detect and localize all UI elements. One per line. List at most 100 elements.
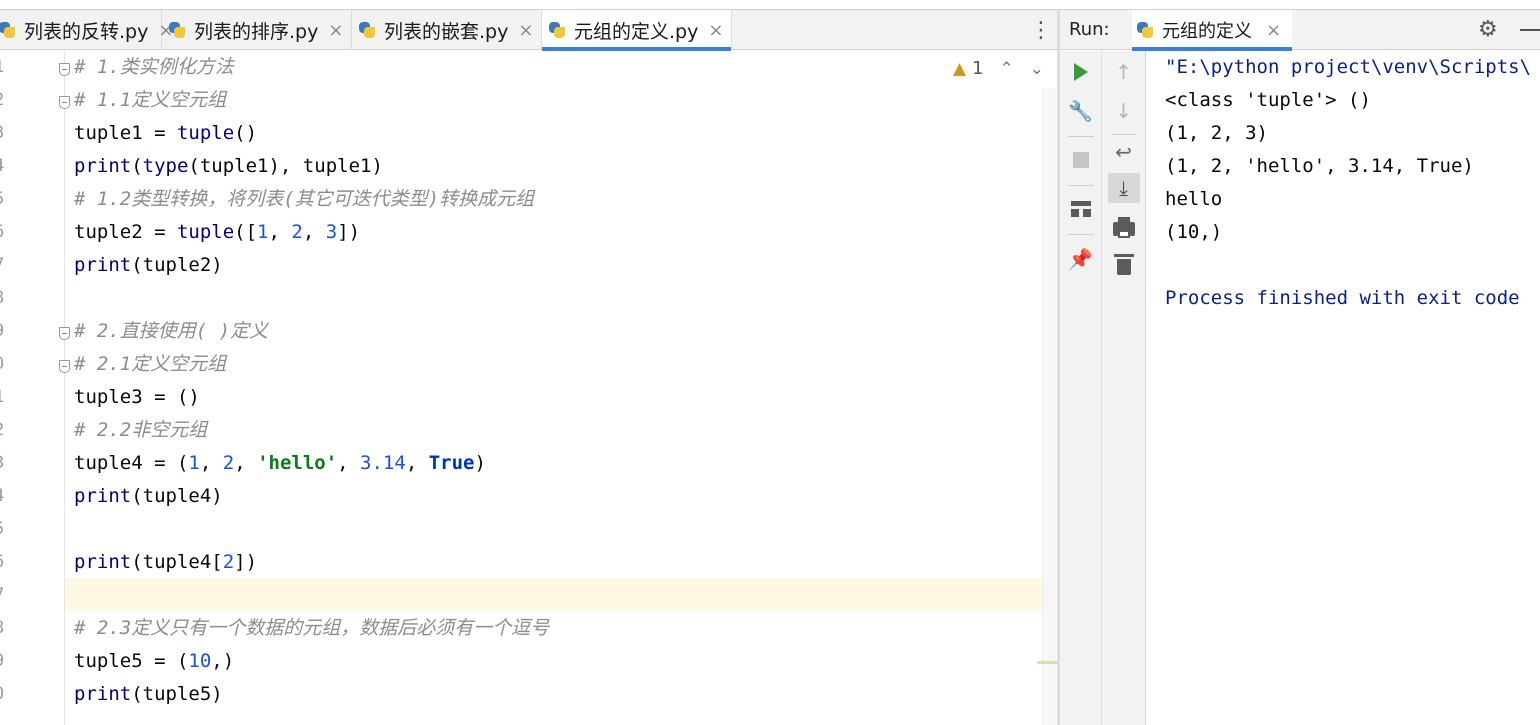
close-icon[interactable]: × — [518, 20, 533, 41]
code-line[interactable]: print(type(tuple1), tuple1) — [74, 150, 383, 183]
run-label: Run: — [1069, 19, 1110, 40]
line-number: 1 — [0, 57, 14, 77]
line-number: 8 — [0, 288, 14, 308]
code-line[interactable]: # 2.3定义只有一个数据的元组，数据后必须有一个逗号 — [74, 612, 549, 645]
code-line[interactable]: tuple4 = (1, 2, 'hello', 3.14, True) — [74, 447, 486, 480]
code-token: print — [74, 683, 132, 705]
code-token: 2 — [222, 551, 235, 573]
code-line[interactable]: # 2.1定义空元组 — [74, 348, 226, 381]
console-line: Process finished with exit code — [1165, 287, 1520, 309]
code-token: , — [302, 221, 326, 243]
line-number: 5 — [0, 519, 14, 539]
code-line[interactable]: # 1.类实例化方法 — [74, 51, 234, 84]
code-line[interactable]: # 2.直接使用( )定义 — [74, 315, 268, 348]
previous-highlight-icon[interactable]: ⌃ — [1000, 59, 1014, 79]
line-number: 2 — [0, 90, 14, 110]
pin-icon[interactable]: 📌 — [1060, 244, 1101, 274]
code-token: 3.14 — [360, 452, 406, 474]
code-token: True — [428, 452, 475, 474]
console-line: <class 'tuple'> () — [1165, 89, 1371, 111]
layout-icon[interactable] — [1060, 194, 1101, 224]
gear-icon[interactable]: ⚙ — [1478, 10, 1498, 50]
code-token: print — [74, 155, 132, 177]
inspection-widget[interactable]: ▲ 1 ⌃ ⌄ — [953, 58, 1044, 79]
code-line[interactable]: tuple1 = tuple() — [74, 117, 257, 150]
code-line[interactable]: print(tuple2) — [74, 249, 223, 282]
console-line: "E:\python project\venv\Scripts\ — [1165, 56, 1532, 78]
code-token: print — [74, 254, 132, 276]
tab-label: 列表的嵌套.py — [384, 20, 509, 43]
console-line: (1, 2, 3) — [1165, 122, 1268, 144]
code-token: , — [268, 221, 292, 243]
line-number: 9 — [0, 321, 14, 341]
fold-icon[interactable] — [59, 327, 70, 340]
line-number: 9 — [0, 651, 14, 671]
tab-tuple-definition[interactable]: 元组的定义.py × — [542, 10, 732, 51]
next-highlight-icon[interactable]: ⌄ — [1030, 59, 1044, 79]
code-token: 1 — [188, 452, 200, 474]
wrench-icon[interactable]: 🔧 — [1060, 96, 1101, 126]
python-file-icon — [548, 21, 566, 39]
code-token: (tuple4[ — [131, 551, 223, 573]
tab-list-sort[interactable]: 列表的排序.py × — [162, 10, 352, 50]
scroll-to-end-icon[interactable]: ⤓ — [1102, 173, 1145, 203]
line-number: 1 — [0, 387, 14, 407]
python-file-icon — [358, 21, 376, 39]
print-icon[interactable] — [1102, 214, 1145, 244]
close-icon[interactable]: × — [708, 20, 723, 41]
code-token: , — [337, 452, 361, 474]
tab-label: 元组的定义.py — [574, 20, 699, 43]
code-token: 1 — [257, 221, 269, 243]
code-token: , — [199, 452, 223, 474]
code-token: (tuple1), tuple1) — [188, 155, 383, 177]
soft-wrap-icon[interactable]: ↩ — [1102, 137, 1145, 167]
code-line[interactable]: # 1.2类型转换，将列表(其它可迭代类型)转换成元组 — [74, 183, 534, 216]
console-toolbar: ↑ ↓ ↩ ⤓ — [1102, 51, 1146, 725]
code-line[interactable]: print(tuple5) — [74, 678, 223, 711]
stop-icon[interactable] — [1060, 145, 1101, 175]
trash-icon[interactable] — [1102, 252, 1145, 282]
line-number: 4 — [0, 486, 14, 506]
close-icon[interactable]: × — [328, 20, 343, 41]
line-number: 8 — [0, 618, 14, 638]
code-token: # 2.1定义空元组 — [74, 353, 227, 375]
tab-list-reverse[interactable]: 列表的反转.py × — [0, 10, 173, 50]
close-icon[interactable]: × — [1266, 20, 1281, 41]
current-line-highlight — [65, 578, 1055, 611]
code-token: , — [234, 452, 258, 474]
code-token: # 2.直接使用( )定义 — [74, 320, 269, 342]
line-number: 3 — [0, 123, 14, 143]
code-line[interactable]: tuple2 = tuple([1, 2, 3]) — [74, 216, 360, 249]
more-tabs-icon[interactable]: ⋮ — [1030, 10, 1052, 50]
code-line[interactable]: print(tuple4) — [74, 480, 223, 513]
warning-stripe-marker[interactable] — [1037, 661, 1057, 664]
code-token: ]) — [234, 551, 258, 573]
code-token: # 1.2类型转换，将列表(其它可迭代类型)转换成元组 — [74, 188, 535, 210]
fold-icon[interactable] — [59, 360, 70, 373]
editor-scrollbar[interactable] — [1042, 88, 1056, 725]
toolbar-separator — [1111, 134, 1137, 135]
run-tab[interactable]: 元组的定义 × — [1132, 10, 1292, 51]
code-line[interactable]: # 2.2非空元组 — [74, 414, 207, 447]
code-line[interactable]: tuple3 = () — [74, 381, 200, 414]
code-line[interactable]: # 1.1定义空元组 — [74, 84, 226, 117]
code-line[interactable]: print(tuple4[2]) — [74, 546, 257, 579]
minimize-icon[interactable] — [1520, 29, 1540, 31]
code-line[interactable]: tuple5 = (10,) — [74, 645, 234, 678]
toolbar-separator — [1068, 185, 1094, 186]
run-panel-header: Run: 元组的定义 × ⚙ — [1060, 10, 1540, 51]
run-icon[interactable] — [1060, 57, 1101, 87]
editor-tab-bar: 列表的反转.py × 列表的排序.py × 列表的嵌套.py × 元组的定义.p… — [0, 10, 1057, 51]
code-token: tuple2 = — [74, 221, 177, 243]
arrow-down-icon[interactable]: ↓ — [1102, 96, 1145, 126]
python-file-icon — [1136, 21, 1154, 39]
line-number: 0 — [0, 684, 14, 704]
arrow-up-icon[interactable]: ↑ — [1102, 57, 1145, 87]
fold-icon[interactable] — [59, 63, 70, 76]
code-token: 2 — [291, 221, 303, 243]
code-token: ( — [131, 155, 143, 177]
tab-list-nested[interactable]: 列表的嵌套.py × — [352, 10, 542, 50]
line-number: 5 — [0, 189, 14, 209]
code-token: print — [74, 551, 132, 573]
fold-icon[interactable] — [59, 96, 70, 109]
